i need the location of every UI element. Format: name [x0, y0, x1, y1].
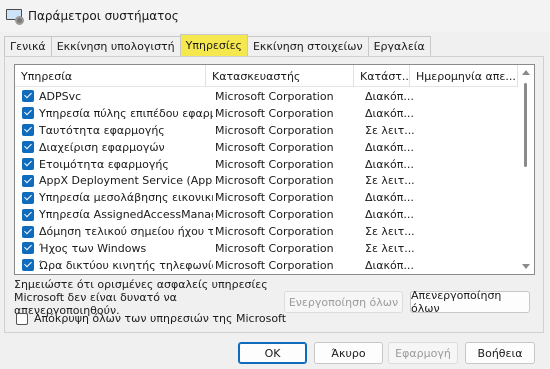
service-checkbox[interactable] [22, 259, 34, 272]
cancel-button[interactable]: Άκυρο [314, 342, 383, 364]
service-name: AppX Deployment Service (AppX... [39, 174, 213, 188]
tab-strip: Γενικά Εκκίνηση υπολογιστή Υπηρεσίες Εκκ… [4, 34, 431, 56]
hide-microsoft-services[interactable]: Απόκρυψη όλων των υπηρεσιών της Microsof… [16, 312, 286, 325]
column-manufacturer[interactable]: Κατασκευαστής [206, 65, 354, 87]
service-status: Διακόπ... [365, 106, 414, 120]
service-manufacturer: Microsoft Corporation [215, 123, 334, 137]
title-bar: Παράμετροι συστήματος [0, 0, 550, 32]
scroll-thumb[interactable] [524, 83, 527, 167]
tab-services[interactable]: Υπηρεσίες [179, 34, 248, 56]
service-name: Ταυτότητα εφαρμογής [39, 123, 165, 137]
service-status: Διακόπ... [365, 89, 414, 103]
hide-ms-label: Απόκρυψη όλων των υπηρεσιών της Microsof… [34, 312, 287, 325]
service-manufacturer: Microsoft Corporation [215, 140, 334, 154]
window-title: Παράμετροι συστήματος [28, 9, 179, 23]
service-status: Σε λειτ... [365, 241, 415, 255]
tab-startup[interactable]: Εκκίνηση στοιχείων [246, 36, 369, 56]
service-status: Σε λειτ... [365, 174, 415, 188]
service-checkbox[interactable] [22, 141, 34, 154]
service-name: ADPSvc [39, 89, 82, 103]
service-name: Ήχος των Windows [39, 241, 147, 255]
service-checkbox[interactable] [22, 225, 34, 238]
column-date-disabled[interactable]: Ημερομηνία απε... [410, 65, 518, 87]
list-rows: ADPSvc Microsoft Corporation Διακόπ... Υπηρ… [15, 88, 519, 275]
service-checkbox[interactable] [22, 107, 34, 120]
list-item[interactable]: Υπηρεσία AssignedAccessManager Microsoft … [15, 206, 519, 223]
list-item[interactable]: Ετοιμότητα εφαρμογής Microsoft Corporatio… [15, 156, 519, 173]
service-manufacturer: Microsoft Corporation [215, 89, 334, 103]
service-manufacturer: Microsoft Corporation [215, 241, 334, 255]
list-item[interactable]: Διαχείριση εφαρμογών Microsoft Corporatio… [15, 139, 519, 156]
msconfig-icon [6, 8, 24, 25]
service-status: Διακόπ... [365, 208, 414, 222]
service-status: Διακόπ... [365, 140, 414, 154]
service-manufacturer: Microsoft Corporation [215, 225, 334, 239]
list-item[interactable]: Πρόγραμμα συστήματος Activ...Microsoft C… [15, 274, 519, 275]
scroll-up-icon[interactable] [522, 70, 530, 75]
service-status: Διακόπ... [365, 258, 414, 272]
list-item[interactable]: Υπηρεσία μεσολάβησης εικονική... Microsof… [15, 189, 519, 206]
help-button[interactable]: Βοήθεια [465, 342, 535, 364]
scroll-down-icon[interactable] [522, 264, 530, 269]
service-checkbox[interactable] [22, 124, 34, 137]
services-list[interactable]: Υπηρεσία Κατασκευαστής Κατάστ... Ημερομη… [14, 64, 535, 275]
disable-all-button[interactable]: Απενεργοποίηση όλων [410, 289, 530, 315]
list-item[interactable]: Ώρα δικτύου κινητής τηλεφωνίας Microsoft … [15, 257, 519, 274]
service-manufacturer: Microsoft Corporation [215, 106, 334, 120]
vertical-scrollbar[interactable] [518, 65, 534, 274]
service-manufacturer: Microsoft Corporation [215, 208, 334, 222]
list-item[interactable]: ADPSvc Microsoft Corporation Διακόπ... [15, 88, 519, 105]
service-name: Υπηρεσία AssignedAccessManager [39, 208, 213, 222]
service-checkbox[interactable] [22, 90, 34, 103]
service-manufacturer: Microsoft Corporation [215, 157, 334, 171]
service-name: Ώρα δικτύου κινητής τηλεφωνίας [39, 258, 213, 272]
service-manufacturer: Microsoft Corporation [215, 191, 334, 205]
column-status[interactable]: Κατάστ... [354, 65, 410, 87]
list-item[interactable]: Υπηρεσία πύλης επιπέδου εφαρμ... Microsof… [15, 105, 519, 122]
service-manufacturer: Microsoft Corporation [215, 258, 334, 272]
service-name: Υπηρεσία μεσολάβησης εικονική... [39, 191, 213, 205]
service-status: Σε λειτ... [365, 225, 415, 239]
tab-tools[interactable]: Εργαλεία [367, 36, 431, 56]
list-item[interactable]: AppX Deployment Service (AppX... Microsof… [15, 172, 519, 189]
apply-button[interactable]: Εφαρμογή [388, 342, 458, 364]
ok-button[interactable]: OK [238, 342, 307, 364]
tab-general[interactable]: Γενικά [4, 36, 52, 56]
service-status: Σε λειτ... [365, 123, 415, 137]
service-name: Διαχείριση εφαρμογών [39, 140, 165, 154]
service-checkbox[interactable] [22, 174, 34, 187]
list-item[interactable]: Δόμηση τελικού σημείου ήχου τ... Microsof… [15, 223, 519, 240]
service-checkbox[interactable] [22, 158, 34, 170]
enable-all-button[interactable]: Ενεργοποίηση όλων [284, 291, 403, 313]
service-checkbox[interactable] [22, 208, 34, 221]
service-status: Διακόπ... [365, 157, 414, 171]
column-service[interactable]: Υπηρεσία [15, 65, 206, 87]
service-manufacturer: Microsoft Corporation [215, 174, 334, 188]
list-item[interactable]: Ταυτότητα εφαρμογής Microsoft Corporation… [15, 122, 519, 139]
tab-boot[interactable]: Εκκίνηση υπολογιστή [50, 36, 181, 56]
service-checkbox[interactable] [22, 242, 34, 255]
list-item[interactable]: Ήχος των Windows Microsoft Corporation Σε … [15, 240, 519, 257]
service-name: Ετοιμότητα εφαρμογής [39, 157, 169, 171]
hide-ms-checkbox[interactable] [16, 312, 28, 325]
list-header: Υπηρεσία Κατασκευαστής Κατάστ... Ημερομη… [15, 65, 534, 87]
service-checkbox[interactable] [22, 191, 34, 204]
service-name: Υπηρεσία πύλης επιπέδου εφαρμ... [39, 106, 213, 120]
service-name: Δόμηση τελικού σημείου ήχου τ... [39, 225, 213, 239]
service-status: Διακόπ... [365, 191, 414, 205]
